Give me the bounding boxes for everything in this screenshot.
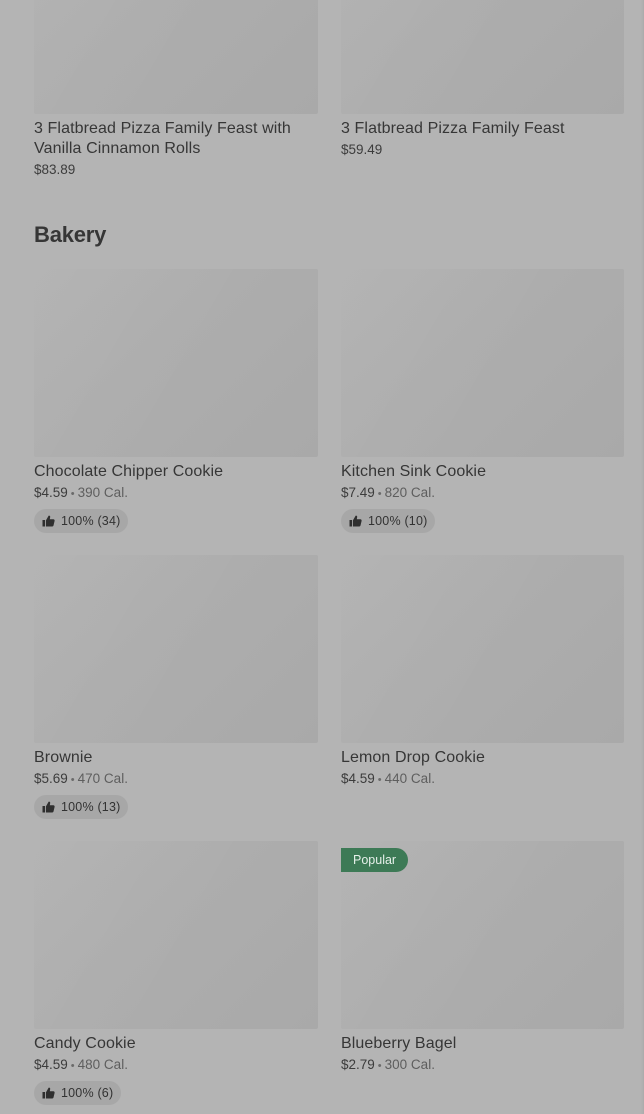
item-title: Chocolate Chipper Cookie: [34, 463, 224, 480]
menu-item-card[interactable]: Candy Cookie $4.59 • 480 Cal. 100% (6): [34, 841, 318, 1105]
item-price: $4.59: [34, 1057, 68, 1072]
rating-pill: 100% (34): [34, 509, 129, 533]
rating-text: 100% (34): [61, 514, 121, 528]
item-image: [341, 0, 624, 114]
item-calories: 390 Cal.: [77, 485, 128, 500]
item-title: Candy Cookie: [34, 1035, 136, 1052]
thumbs-up-icon: [42, 1087, 55, 1099]
meta-separator: •: [377, 774, 382, 786]
item-calories: 470 Cal.: [77, 771, 128, 786]
item-image: [34, 555, 318, 743]
item-title: 3 Flatbread Pizza Family Feast: [341, 120, 565, 137]
meta-separator: •: [70, 488, 75, 500]
item-meta: $4.59 • 480 Cal.: [34, 1056, 318, 1075]
rating-text: 100% (6): [61, 1086, 114, 1100]
item-image: [34, 841, 318, 1029]
item-title: Blueberry Bagel: [341, 1035, 457, 1052]
menu-item-card[interactable]: Kitchen Sink Cookie $7.49 • 820 Cal. 100% …: [341, 269, 624, 533]
item-image: [341, 269, 624, 457]
meta-separator: •: [70, 774, 75, 786]
item-price: $7.49: [341, 485, 375, 500]
item-price: $83.89: [34, 162, 76, 177]
menu-item-card[interactable]: Brownie $5.69 • 470 Cal. 100% (13): [34, 555, 318, 819]
rating-pill: 100% (6): [34, 1081, 122, 1105]
thumbs-up-icon: [349, 515, 362, 527]
popular-badge: Popular: [341, 848, 409, 872]
item-image: Popular: [341, 841, 624, 1029]
meta-separator: •: [377, 1060, 382, 1072]
rating-pill: 100% (13): [34, 795, 129, 819]
menu-item-card[interactable]: 3 Flatbread Pizza Family Feast with Vani…: [34, 0, 318, 179]
rating-pill: 100% (10): [341, 509, 436, 533]
item-meta: $5.69 • 470 Cal.: [34, 770, 318, 789]
item-image: [34, 269, 318, 457]
menu-item-card[interactable]: Lemon Drop Cookie $4.59 • 440 Cal.: [341, 555, 624, 789]
menu-item-card[interactable]: Chocolate Chipper Cookie $4.59 • 390 Cal. …: [34, 269, 318, 533]
item-calories: 480 Cal.: [77, 1057, 128, 1072]
item-meta: $83.89: [34, 161, 318, 179]
item-price: $4.59: [341, 771, 375, 786]
rating-text: 100% (13): [61, 800, 121, 814]
item-meta: $2.79 • 300 Cal.: [341, 1056, 624, 1075]
rating-text: 100% (10): [368, 514, 428, 528]
thumbs-up-icon: [42, 515, 55, 527]
item-image: [341, 555, 624, 743]
item-price: $59.49: [341, 142, 383, 157]
item-image: [34, 0, 318, 114]
meta-separator: •: [70, 1060, 75, 1072]
item-title: Brownie: [34, 749, 93, 766]
item-price: $5.69: [34, 771, 68, 786]
item-title: Lemon Drop Cookie: [341, 749, 485, 766]
item-meta: $4.59 • 390 Cal.: [34, 484, 318, 503]
item-meta: $59.49: [341, 141, 624, 159]
item-calories: 440 Cal.: [384, 771, 435, 786]
section-title: Bakery: [34, 222, 107, 247]
menu-item-card[interactable]: 3 Flatbread Pizza Family Feast $59.49: [341, 0, 624, 159]
item-meta: $7.49 • 820 Cal.: [341, 484, 624, 503]
item-calories: 820 Cal.: [384, 485, 435, 500]
thumbs-up-icon: [42, 801, 55, 813]
item-meta: $4.59 • 440 Cal.: [341, 770, 624, 789]
item-title: Kitchen Sink Cookie: [341, 463, 487, 480]
item-title: 3 Flatbread Pizza Family Feast with Vani…: [34, 120, 291, 157]
menu-item-card[interactable]: Popular Blueberry Bagel $2.79 • 300 Cal.: [341, 841, 624, 1075]
meta-separator: •: [377, 488, 382, 500]
item-price: $2.79: [341, 1057, 375, 1072]
item-calories: 300 Cal.: [384, 1057, 435, 1072]
item-price: $4.59: [34, 485, 68, 500]
